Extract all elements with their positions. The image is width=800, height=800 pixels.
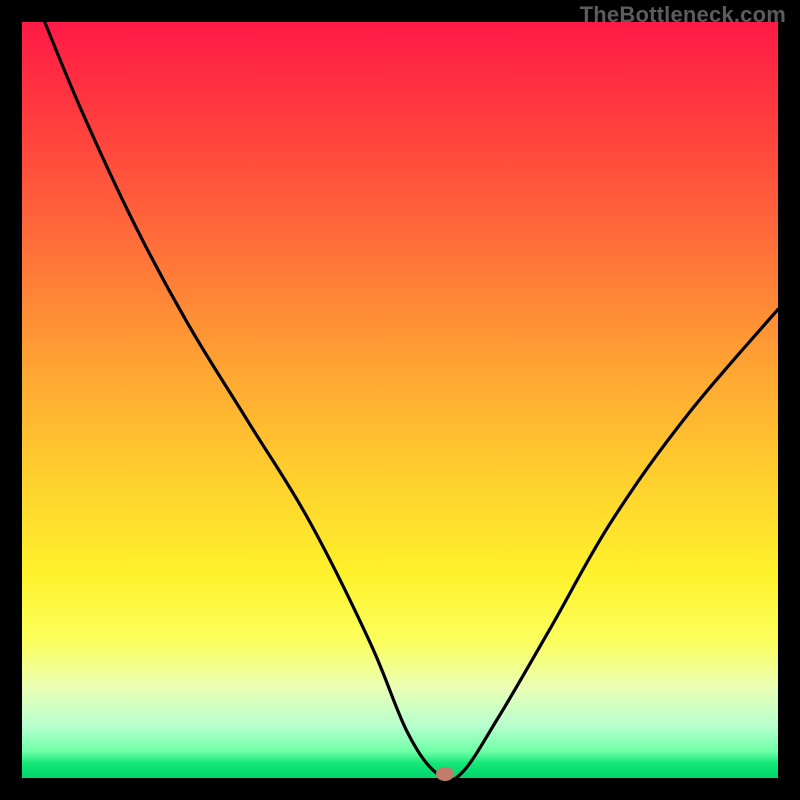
optimum-marker [436, 767, 454, 781]
bottleneck-curve [22, 22, 778, 778]
plot-area [22, 22, 778, 778]
chart-frame: TheBottleneck.com [0, 0, 800, 800]
curve-path [45, 22, 778, 778]
